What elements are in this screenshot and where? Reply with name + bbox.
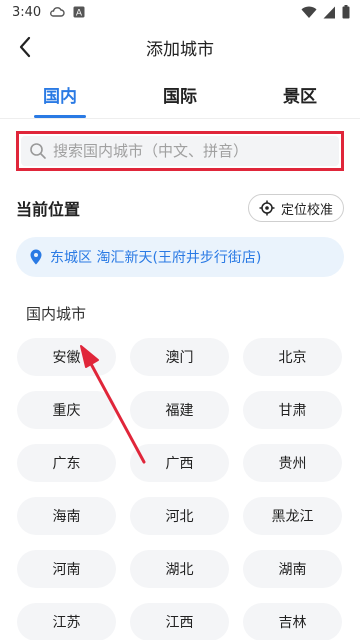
- city-chip-jiangxi[interactable]: 江西: [130, 603, 229, 640]
- city-grid: 安徽 澳门 北京 重庆 福建 甘肃 广东 广西 贵州 海南 河北 黑龙江 河南 …: [0, 338, 360, 640]
- crosshair-icon: [259, 200, 275, 216]
- city-chip-chongqing[interactable]: 重庆: [17, 391, 116, 429]
- current-location-pill[interactable]: 东城区 淘汇新天(王府井步行街店): [16, 237, 344, 277]
- location-text: 东城区 淘汇新天(王府井步行街店): [50, 250, 262, 266]
- city-chip-guangdong[interactable]: 广东: [17, 444, 116, 482]
- current-location-title: 当前位置: [16, 200, 81, 219]
- city-chip-macau[interactable]: 澳门: [130, 338, 229, 376]
- search-highlight-box: [16, 131, 344, 171]
- domestic-cities-title: 国内城市: [26, 305, 87, 323]
- tabs-divider: [0, 118, 360, 119]
- nav-bar: 添加城市: [0, 24, 360, 70]
- city-chip-guangxi[interactable]: 广西: [130, 444, 229, 482]
- cloud-icon: [49, 6, 65, 18]
- page-title: 添加城市: [146, 39, 214, 60]
- svg-text:A: A: [76, 9, 83, 19]
- city-chip-fujian[interactable]: 福建: [130, 391, 229, 429]
- signal-icon: [323, 6, 336, 19]
- search-input[interactable]: [53, 142, 331, 160]
- a-notification-icon: A: [73, 6, 85, 18]
- status-time: 3:40: [12, 4, 42, 20]
- city-chip-hebei[interactable]: 河北: [130, 497, 229, 535]
- tab-domestic[interactable]: 国内: [0, 70, 120, 118]
- map-pin-icon: [30, 249, 42, 265]
- current-location-header: 当前位置 定位校准: [0, 193, 360, 223]
- tab-international[interactable]: 国际: [120, 70, 240, 118]
- city-chip-henan[interactable]: 河南: [17, 550, 116, 588]
- status-right: [301, 5, 350, 19]
- back-button[interactable]: [10, 32, 40, 62]
- city-chip-jiangsu[interactable]: 江苏: [17, 603, 116, 640]
- search-icon: [30, 143, 46, 159]
- city-chip-hubei[interactable]: 湖北: [130, 550, 229, 588]
- city-chip-hunan[interactable]: 湖南: [243, 550, 342, 588]
- wifi-icon: [301, 6, 317, 19]
- tab-bar: 国内 国际 景区: [0, 70, 360, 118]
- city-chip-heilongjiang[interactable]: 黑龙江: [243, 497, 342, 535]
- search-box[interactable]: [21, 136, 339, 166]
- status-left: 3:40 A: [12, 5, 85, 20]
- chevron-left-icon: [19, 36, 31, 58]
- city-chip-hainan[interactable]: 海南: [17, 497, 116, 535]
- locate-calibrate-button[interactable]: 定位校准: [247, 194, 344, 222]
- tab-scenic[interactable]: 景区: [240, 70, 360, 118]
- city-chip-jilin[interactable]: 吉林: [243, 603, 342, 640]
- locate-button-label: 定位校准: [280, 202, 333, 218]
- city-chip-anhui[interactable]: 安徽: [17, 338, 116, 376]
- city-chip-guizhou[interactable]: 贵州: [243, 444, 342, 482]
- city-chip-beijing[interactable]: 北京: [243, 338, 342, 376]
- battery-icon: [342, 5, 350, 19]
- city-chip-gansu[interactable]: 甘肃: [243, 391, 342, 429]
- status-bar: 3:40 A: [0, 0, 360, 24]
